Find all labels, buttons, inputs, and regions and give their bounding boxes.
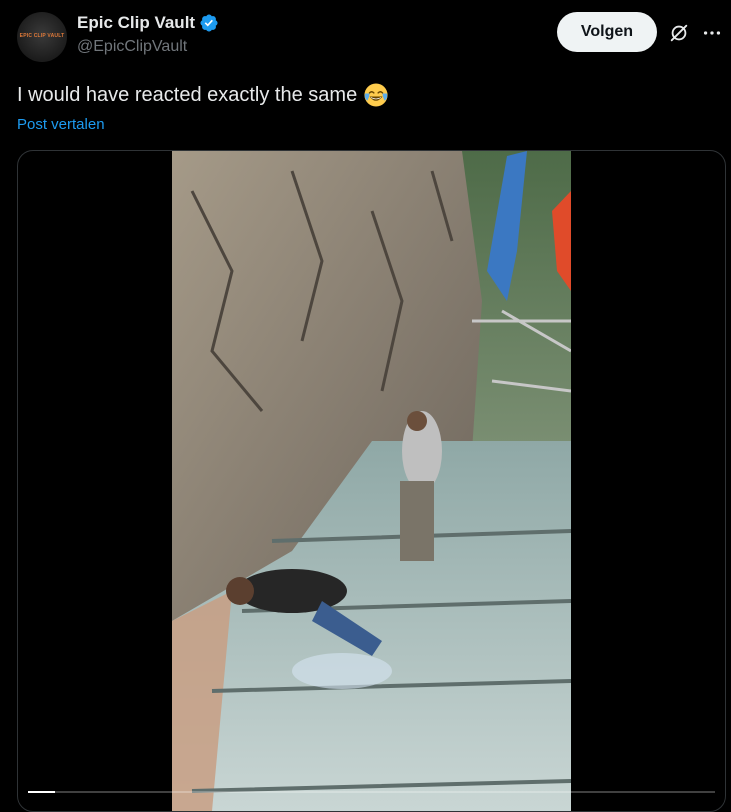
- video-progress-fill: [28, 791, 56, 793]
- post-text: I would have reacted exactly the same: [17, 82, 389, 108]
- more-icon[interactable]: [701, 22, 723, 44]
- video-frame[interactable]: [172, 151, 571, 811]
- avatar[interactable]: EPIC CLIP VAULT: [17, 12, 67, 62]
- face-with-tears-of-joy-icon: [364, 83, 388, 107]
- video-player[interactable]: [17, 150, 726, 812]
- avatar-logo-text: EPIC CLIP VAULT: [19, 33, 65, 39]
- post-header: EPIC CLIP VAULT Epic Clip Vault @EpicCli…: [0, 0, 731, 70]
- follow-button[interactable]: Volgen: [557, 12, 657, 52]
- video-progress-bar[interactable]: [28, 791, 715, 793]
- author-handle[interactable]: @EpicClipVault: [77, 38, 187, 56]
- author-name-row: Epic Clip Vault: [77, 13, 219, 33]
- author-display-name[interactable]: Epic Clip Vault: [77, 13, 195, 33]
- grok-icon[interactable]: [668, 22, 690, 44]
- translate-post-link[interactable]: Post vertalen: [17, 116, 105, 133]
- verified-badge-icon[interactable]: [199, 13, 219, 33]
- post-text-content: I would have reacted exactly the same: [17, 83, 358, 106]
